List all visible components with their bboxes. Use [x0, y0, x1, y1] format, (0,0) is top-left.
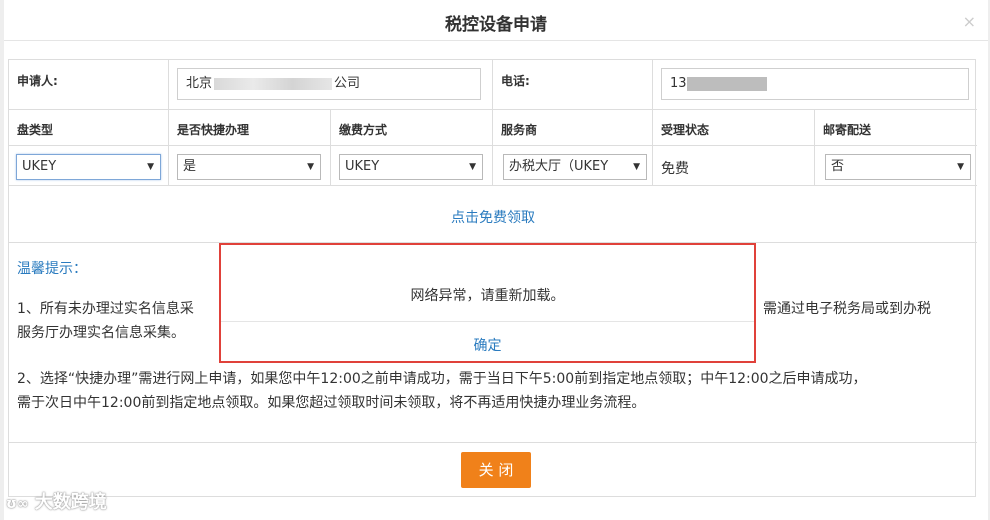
phone-label: 电话:: [501, 74, 530, 88]
header-status-text: 受理状态: [661, 123, 710, 137]
close-icon[interactable]: ×: [963, 12, 976, 31]
header-status: 受理状态: [653, 110, 815, 146]
chevron-down-icon: ▼: [307, 162, 314, 172]
tip-1-left: 1、所有未办理过实名信息采: [17, 301, 194, 317]
chevron-down-icon: ▼: [630, 155, 640, 179]
phone-input-cell: 13: [653, 60, 977, 110]
watermark-icon: ʊ∞: [6, 496, 29, 512]
header-provider-text: 服务商: [501, 123, 538, 137]
redacted-block: [686, 76, 767, 91]
chevron-down-icon: ▼: [147, 162, 154, 172]
provider-cell: 办税大厅（UKEY ▼: [493, 146, 653, 186]
applicant-value-end: 公司: [334, 76, 361, 91]
tip-1-right: 需通过电子税务局或到办税: [763, 301, 931, 317]
express-value: 是: [183, 159, 197, 174]
header-disk-type-text: 盘类型: [17, 123, 54, 137]
header-payment: 缴费方式: [331, 110, 493, 146]
footer-divider: [9, 442, 977, 443]
payment-select[interactable]: UKEY ▼: [339, 154, 483, 180]
provider-select[interactable]: 办税大厅（UKEY ▼: [503, 154, 647, 180]
mail-select[interactable]: 否 ▼: [825, 154, 971, 180]
mail-value: 否: [831, 159, 845, 174]
phone-label-cell: 电话:: [493, 60, 653, 110]
applicant-input-cell: 北京 公司: [169, 60, 493, 110]
disk-type-select[interactable]: UKEY ▼: [16, 154, 161, 180]
title-divider: [4, 40, 988, 41]
disk-type-value: UKEY: [22, 159, 57, 174]
applicant-value-start: 北京: [186, 76, 213, 91]
payment-value: UKEY: [345, 159, 380, 174]
applicant-label: 申请人:: [17, 74, 58, 88]
watermark-text: 大数跨境: [34, 492, 107, 513]
header-provider: 服务商: [493, 110, 653, 146]
header-express: 是否快捷办理: [169, 110, 331, 146]
alert-ok-button[interactable]: 确定: [221, 335, 754, 355]
tip-1-line2: 服务厅办理实名信息采集。: [17, 325, 185, 341]
redacted-block: [214, 77, 333, 90]
chevron-down-icon: ▼: [957, 162, 964, 172]
mail-cell: 否 ▼: [815, 146, 977, 186]
header-mail: 邮寄配送: [815, 110, 977, 146]
header-payment-text: 缴费方式: [339, 123, 388, 137]
free-claim-link[interactable]: 点击免费领取: [9, 207, 977, 227]
express-cell: 是 ▼: [169, 146, 331, 186]
tip-2-line1: 2、选择“快捷办理”需进行网上申请，如果您中午12:00之前申请成功，需于当日下…: [17, 371, 867, 387]
phone-input[interactable]: 13: [661, 68, 969, 100]
header-mail-text: 邮寄配送: [823, 123, 872, 137]
status-cell: 免费: [653, 146, 815, 186]
disk-type-cell: UKEY ▼: [9, 146, 169, 186]
dialog-title: 税控设备申请: [445, 15, 547, 35]
phone-value-prefix: 13: [670, 76, 687, 91]
chevron-down-icon: ▼: [469, 162, 476, 172]
express-select[interactable]: 是 ▼: [177, 154, 321, 180]
alert-message: 网络异常，请重新加载。: [410, 288, 565, 304]
tip-paragraph-2: 2、选择“快捷办理”需进行网上申请，如果您中午12:00之前申请成功，需于当日下…: [17, 367, 967, 415]
applicant-label-cell: 申请人:: [9, 60, 169, 110]
header-express-text: 是否快捷办理: [177, 123, 250, 137]
close-button[interactable]: 关 闭: [461, 452, 531, 488]
payment-cell: UKEY ▼: [331, 146, 493, 186]
tip-2-line2: 需于次日中午12:00前到指定地点领取。如果您超过领取时间未领取，将不再适用快捷…: [17, 395, 646, 411]
error-alert: 网络异常，请重新加载。 确定: [219, 243, 756, 363]
alert-divider: [221, 321, 754, 322]
watermark-logo: ʊ∞ 大数跨境: [6, 488, 107, 514]
applicant-input[interactable]: 北京 公司: [177, 68, 481, 100]
tips-title: 温馨提示：: [17, 261, 87, 277]
header-disk-type: 盘类型: [9, 110, 169, 146]
status-value: 免费: [661, 161, 689, 177]
provider-value: 办税大厅（UKEY: [509, 159, 609, 174]
